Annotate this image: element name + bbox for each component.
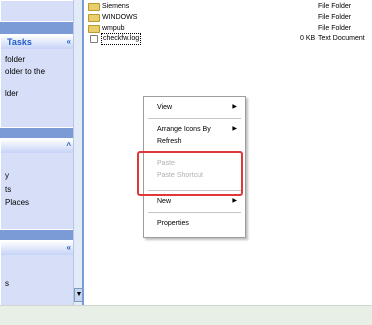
task-link-1[interactable]: folder [5, 55, 25, 64]
other-places-box: ^ y ts Places [0, 138, 78, 230]
text-document-icon [90, 35, 98, 43]
other-places-body: y ts Places [1, 153, 77, 229]
collapse-chevron-icon[interactable]: « [67, 35, 71, 49]
place-link-2[interactable]: ts [5, 185, 11, 194]
task-link-3[interactable]: lder [5, 89, 18, 98]
task-pane: Tasks « folder older to the lder ^ y ts … [0, 0, 82, 324]
details-line-1: s [5, 279, 9, 288]
task-pane-top-box [0, 0, 78, 22]
list-item[interactable]: checkfw.log 0 KB Text Document [88, 33, 368, 45]
file-type: File Folder [318, 14, 352, 21]
file-type: Text Document [318, 35, 365, 42]
file-name: Siemens [102, 3, 130, 10]
menu-separator [148, 212, 241, 213]
submenu-arrow-icon: ▶ [232, 104, 237, 110]
list-item[interactable]: wmpub File Folder [88, 24, 368, 34]
file-name: wmpub [102, 25, 125, 32]
menu-item-label: Refresh [157, 138, 182, 145]
file-type: File Folder [318, 3, 352, 10]
pane-divider [82, 0, 84, 305]
file-folder-tasks-box: Tasks « folder older to the lder [0, 34, 78, 128]
menu-separator [148, 118, 241, 119]
menu-item-new[interactable]: New ▶ [144, 196, 245, 207]
file-folder-tasks-header[interactable]: Tasks « [1, 35, 77, 49]
menu-item-label: View [157, 104, 173, 111]
place-link-1[interactable]: y [5, 171, 9, 180]
place-link-3[interactable]: Places [5, 198, 29, 207]
file-folder-tasks-title: Tasks [7, 37, 32, 47]
menu-item-refresh[interactable]: Refresh [144, 136, 245, 147]
file-size: 0 KB [300, 35, 316, 42]
menu-item-label: Arrange Icons By [157, 126, 211, 133]
file-name: checkfw.log [100, 33, 142, 45]
menu-item-label: New [157, 198, 172, 205]
file-folder-tasks-body: folder older to the lder [1, 49, 77, 127]
folder-icon [88, 14, 100, 22]
file-type: File Folder [318, 25, 352, 32]
details-body: s [1, 255, 77, 307]
details-header[interactable]: « [1, 241, 77, 255]
submenu-arrow-icon: ▶ [232, 198, 237, 204]
task-link-2[interactable]: older to the [5, 67, 45, 76]
highlight-annotation-box [137, 151, 243, 196]
folder-icon [88, 25, 100, 33]
submenu-arrow-icon: ▶ [232, 126, 237, 132]
list-item[interactable]: Siemens File Folder [88, 2, 368, 12]
list-item[interactable]: WINDOWS File Folder [88, 13, 368, 23]
other-places-header[interactable]: ^ [1, 139, 77, 153]
menu-item-arrange-icons-by[interactable]: Arrange Icons By ▶ [144, 124, 245, 135]
expand-chevron-icon[interactable]: ^ [66, 139, 71, 153]
details-box: « s [0, 240, 78, 308]
collapse-chevron-icon[interactable]: « [67, 241, 71, 255]
menu-item-view[interactable]: View ▶ [144, 102, 245, 113]
menu-item-label: Properties [157, 220, 189, 227]
folder-icon [88, 3, 100, 11]
file-name: WINDOWS [102, 14, 138, 21]
menu-item-properties[interactable]: Properties [144, 218, 245, 229]
status-bar [0, 305, 372, 325]
